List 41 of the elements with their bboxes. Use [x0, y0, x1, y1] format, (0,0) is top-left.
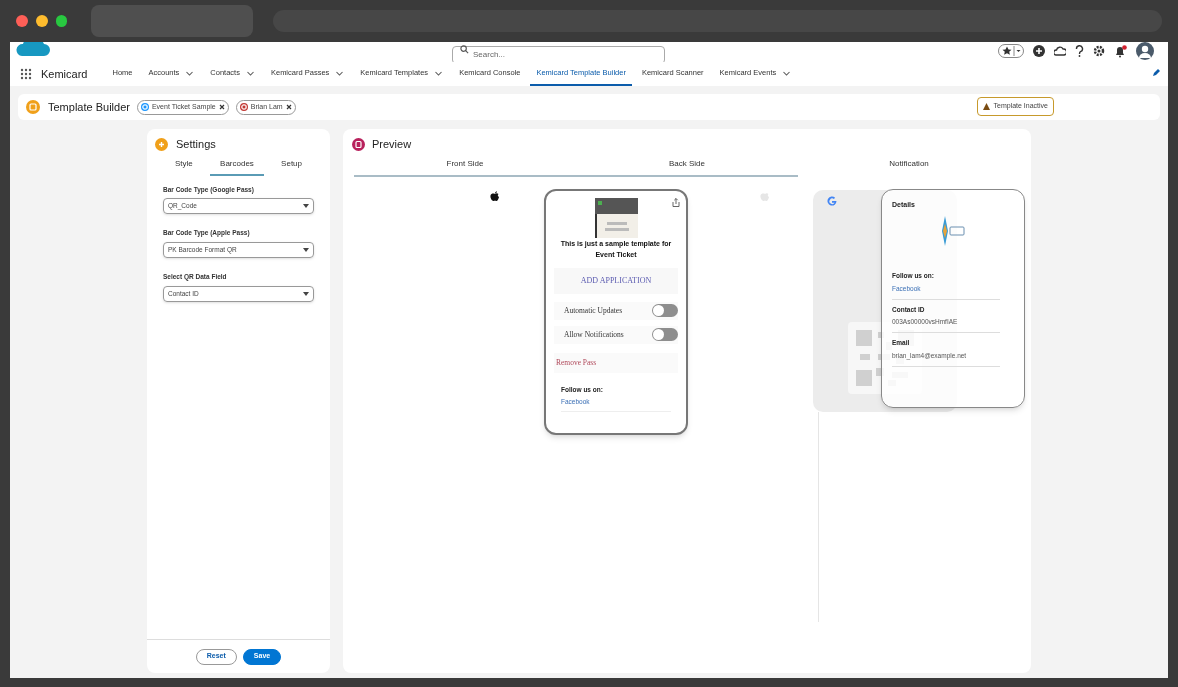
- close-icon[interactable]: [285, 104, 292, 110]
- contact-icon: [239, 103, 248, 111]
- settings-tab[interactable]: Barcodes: [210, 157, 264, 176]
- preview-tab[interactable]: Front Side: [354, 157, 576, 177]
- toggle-switch[interactable]: [652, 304, 678, 317]
- template-icon: [140, 103, 149, 111]
- toggle-switch[interactable]: [652, 328, 678, 341]
- company-logo-icon: [940, 216, 966, 246]
- settings-tab[interactable]: Setup: [271, 157, 312, 176]
- panel-title: Settings: [176, 137, 216, 152]
- search-icon: [460, 45, 469, 54]
- dropdown-caret-icon: [303, 291, 309, 296]
- minimize-window-button[interactable]: [35, 15, 48, 27]
- close-icon[interactable]: [218, 104, 225, 110]
- app-launcher-icon[interactable]: [20, 68, 32, 80]
- notification-bell-icon[interactable]: [1114, 44, 1127, 58]
- zoom-window-button[interactable]: [55, 15, 68, 27]
- preview-badge-icon: [352, 137, 365, 151]
- help-icon[interactable]: [1075, 45, 1084, 57]
- dropdown-caret-icon: [303, 248, 309, 252]
- app-name: Kemicard: [41, 66, 88, 82]
- preview-tab[interactable]: Notification: [798, 157, 1020, 177]
- dropdown-caret-icon: [303, 204, 309, 209]
- close-window-button[interactable]: [16, 15, 28, 27]
- settings-tab[interactable]: Style: [165, 157, 203, 176]
- template-icon: [26, 100, 40, 114]
- plus-icon[interactable]: [1033, 45, 1045, 57]
- preview-tab[interactable]: Back Side: [576, 157, 798, 177]
- add-application-button[interactable]: ADD APPLICATION: [554, 267, 678, 294]
- settings-icon[interactable]: [1093, 45, 1105, 57]
- panel-title: Preview: [372, 137, 412, 152]
- share-icon[interactable]: [672, 197, 680, 207]
- settings-badge-icon: [155, 137, 168, 151]
- avatar-icon[interactable]: [1136, 42, 1154, 60]
- edit-pencil-icon[interactable]: [1152, 69, 1160, 77]
- search-field[interactable]: Search...: [452, 45, 665, 64]
- page-title: Template Builder: [48, 99, 130, 115]
- warning-icon: [982, 103, 990, 110]
- cloud-icon[interactable]: [1054, 45, 1066, 57]
- cloud-logo: [16, 42, 50, 58]
- google-logo-icon: [827, 195, 837, 206]
